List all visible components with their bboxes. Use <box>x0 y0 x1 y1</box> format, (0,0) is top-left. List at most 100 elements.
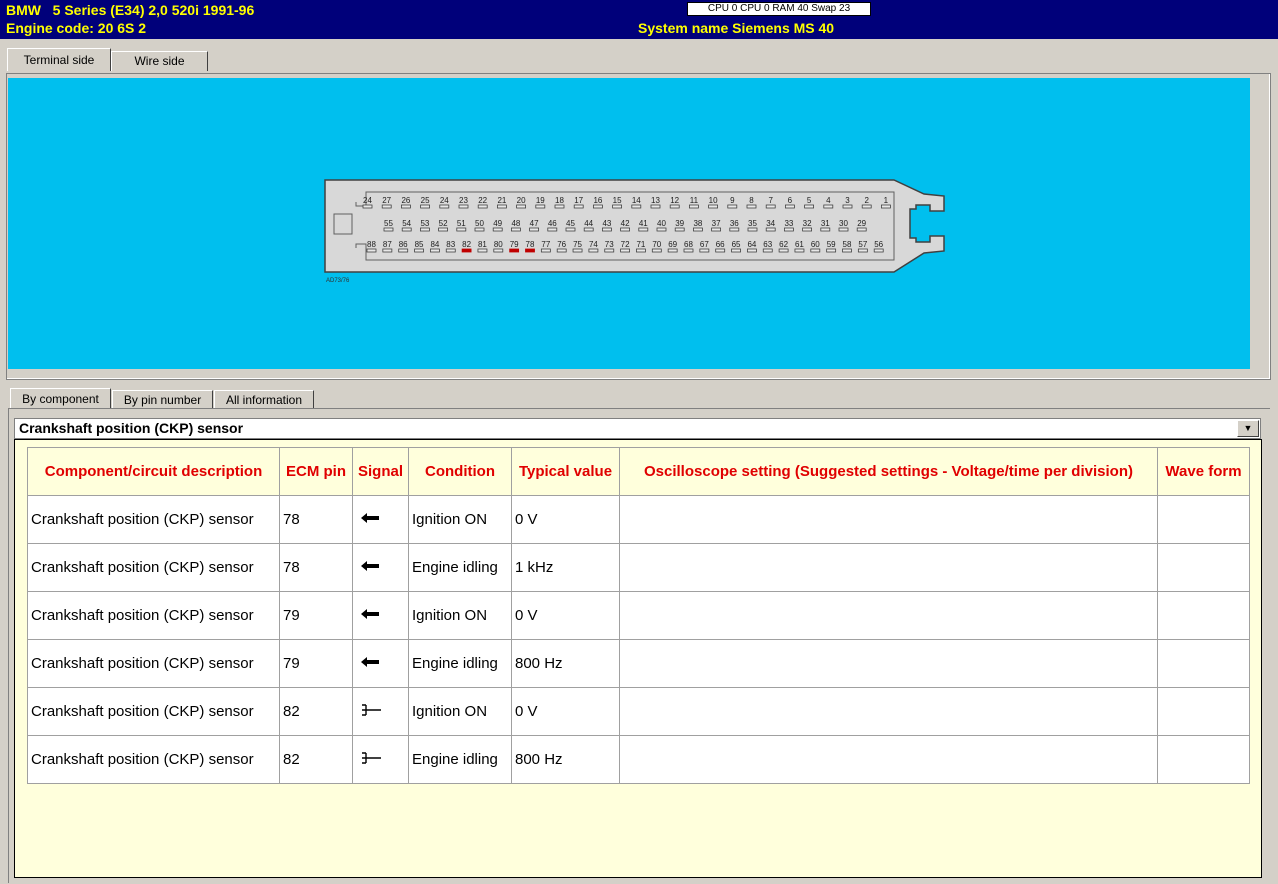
pin-socket[interactable] <box>667 248 678 253</box>
pin-socket[interactable] <box>604 248 615 253</box>
pin-socket[interactable] <box>456 227 467 232</box>
table-row[interactable]: Crankshaft position (CKP) sensor 78 Igniti… <box>27 496 1250 544</box>
pin-socket[interactable] <box>765 227 776 232</box>
pin-socket[interactable] <box>708 204 718 209</box>
tab-by-component[interactable]: By component <box>10 388 111 409</box>
pin-socket[interactable] <box>439 204 450 209</box>
pin-socket[interactable] <box>674 227 685 232</box>
pin-socket[interactable] <box>620 248 630 253</box>
pin-socket[interactable] <box>381 204 392 209</box>
pin-socket[interactable] <box>656 227 667 232</box>
pin-socket[interactable] <box>631 204 642 209</box>
highlighted-pin-socket[interactable] <box>525 248 535 253</box>
pin-socket[interactable] <box>612 204 622 209</box>
pin-socket[interactable] <box>804 204 814 209</box>
pin-socket[interactable] <box>699 248 710 253</box>
component-select[interactable]: Crankshaft position (CKP) sensor ▼ <box>14 418 1261 439</box>
pin-socket[interactable] <box>573 204 584 209</box>
pin-socket[interactable] <box>477 248 488 253</box>
pin-socket[interactable] <box>382 248 393 253</box>
table-row[interactable]: Crankshaft position (CKP) sensor 82 Igniti… <box>27 688 1250 736</box>
pin-socket[interactable] <box>554 204 565 209</box>
pin-socket[interactable] <box>414 248 424 253</box>
pin-socket[interactable] <box>838 227 849 232</box>
pin-socket[interactable] <box>715 248 726 253</box>
pin-socket[interactable] <box>823 204 834 209</box>
pin-socket[interactable] <box>765 204 776 209</box>
pin-socket[interactable] <box>810 248 821 253</box>
pin-socket[interactable] <box>856 227 867 232</box>
pin-socket[interactable] <box>731 248 741 253</box>
pin-socket[interactable] <box>445 248 456 253</box>
highlighted-pin-socket[interactable] <box>509 248 520 253</box>
pin-socket[interactable] <box>383 227 394 232</box>
pin-socket[interactable] <box>693 227 703 232</box>
pin-socket[interactable] <box>510 227 521 232</box>
pin-socket[interactable] <box>762 248 773 253</box>
pin-socket[interactable] <box>820 227 831 232</box>
pin-socket[interactable] <box>651 248 662 253</box>
pin-socket[interactable] <box>565 227 576 232</box>
pin-socket[interactable] <box>842 248 852 253</box>
highlighted-pin-socket[interactable] <box>461 248 472 253</box>
pin-socket[interactable] <box>669 204 680 209</box>
pin-socket[interactable] <box>842 204 853 209</box>
pin-socket[interactable] <box>496 204 507 209</box>
pin-socket[interactable] <box>429 248 440 253</box>
pin-socket[interactable] <box>492 227 503 232</box>
chevron-down-icon[interactable]: ▼ <box>1237 420 1259 437</box>
pin-socket[interactable] <box>535 204 546 209</box>
pin-socket[interactable] <box>362 204 373 209</box>
pin-socket[interactable] <box>683 248 694 253</box>
pin-socket[interactable] <box>711 227 721 232</box>
pin-socket[interactable] <box>547 227 558 232</box>
pin-socket[interactable] <box>873 248 884 253</box>
table-row[interactable]: Crankshaft position (CKP) sensor 82 Engine… <box>27 736 1250 784</box>
table-row[interactable]: Crankshaft position (CKP) sensor 79 Igniti… <box>27 592 1250 640</box>
pin-socket[interactable] <box>458 204 469 209</box>
pin-socket[interactable] <box>689 204 699 209</box>
pin-socket[interactable] <box>794 248 805 253</box>
pin-socket[interactable] <box>401 227 412 232</box>
pin-socket[interactable] <box>784 227 794 232</box>
pin-socket[interactable] <box>477 204 488 209</box>
pin-socket[interactable] <box>474 227 485 232</box>
table-row[interactable]: Crankshaft position (CKP) sensor 79 Engine… <box>27 640 1250 688</box>
pin-socket[interactable] <box>493 248 504 253</box>
tab-terminal-side[interactable]: Terminal side <box>7 48 111 71</box>
pin-socket[interactable] <box>400 204 411 209</box>
pin-socket[interactable] <box>861 204 872 209</box>
pin-socket[interactable] <box>747 248 757 253</box>
pin-socket[interactable] <box>572 248 583 253</box>
pin-socket[interactable] <box>778 248 789 253</box>
pin-socket[interactable] <box>556 248 567 253</box>
pin-socket[interactable] <box>398 248 409 253</box>
pin-socket[interactable] <box>583 227 594 232</box>
pin-socket[interactable] <box>529 227 539 232</box>
pin-socket[interactable] <box>638 227 649 232</box>
pin-socket[interactable] <box>881 204 891 209</box>
pin-socket[interactable] <box>746 204 757 209</box>
pin-socket[interactable] <box>747 227 758 232</box>
pin-socket[interactable] <box>826 248 837 253</box>
table-row[interactable]: Crankshaft position (CKP) sensor 78 Engine… <box>27 544 1250 592</box>
pin-socket[interactable] <box>602 227 612 232</box>
pin-socket[interactable] <box>593 204 603 209</box>
pin-socket[interactable] <box>516 204 527 209</box>
pin-socket[interactable] <box>785 204 795 209</box>
pin-socket[interactable] <box>420 204 431 209</box>
pin-socket[interactable] <box>727 204 738 209</box>
pin-socket[interactable] <box>540 248 551 253</box>
pin-socket[interactable] <box>650 204 661 209</box>
pin-socket[interactable] <box>802 227 812 232</box>
pin-socket[interactable] <box>588 248 599 253</box>
pin-socket[interactable] <box>438 227 449 232</box>
pin-socket[interactable] <box>419 227 430 232</box>
tab-wire-side[interactable]: Wire side <box>111 51 208 71</box>
tab-by-pin-number[interactable]: By pin number <box>112 390 213 409</box>
tab-all-information[interactable]: All information <box>214 390 314 409</box>
pin-socket[interactable] <box>857 248 868 253</box>
pin-socket[interactable] <box>366 248 377 253</box>
pin-socket[interactable] <box>636 248 646 253</box>
pin-socket[interactable] <box>620 227 630 232</box>
